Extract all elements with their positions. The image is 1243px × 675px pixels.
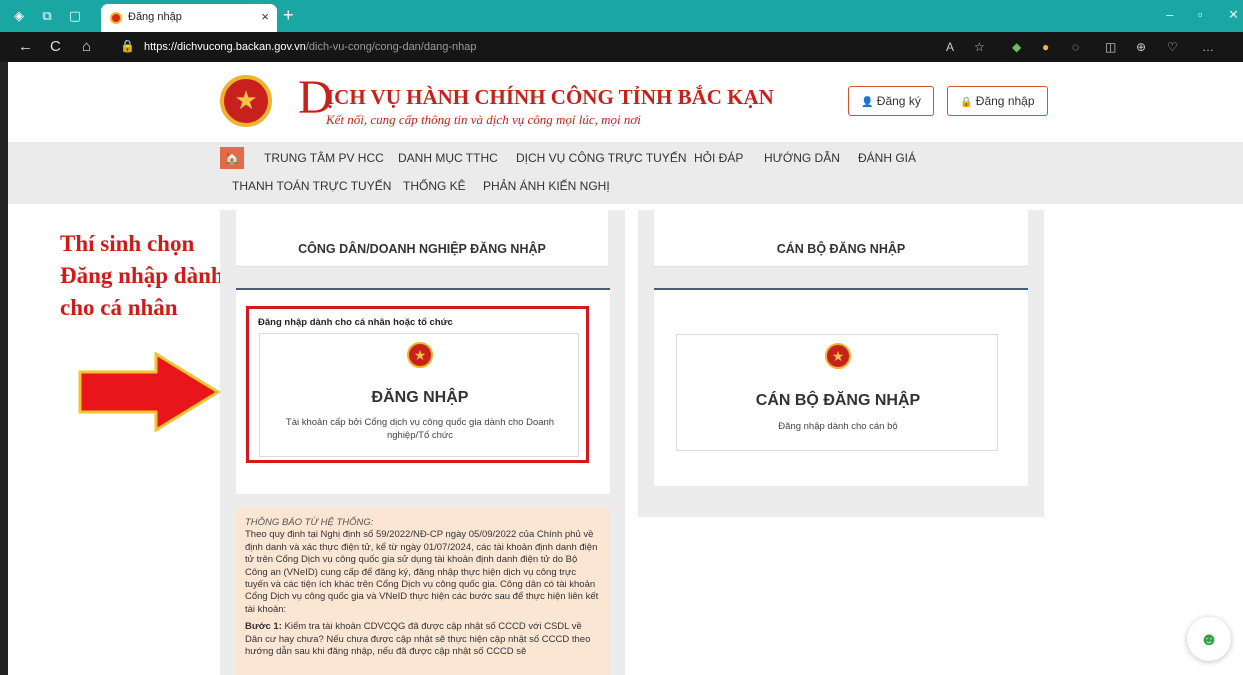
annotation-text: Thí sinh chọn Đăng nhập dành cho cá nhân xyxy=(60,231,224,320)
brand-title: ỊCH VỤ HÀNH CHÍNH CÔNG TỈNH BẮC KẠN xyxy=(326,85,774,109)
officer-login-description: Đăng nhập dành cho cán bộ xyxy=(778,421,898,432)
officer-login-card: ★ CÁN BỘ ĐĂNG NHẬP Đăng nhập dành cho cá… xyxy=(654,288,1028,486)
back-icon[interactable]: ← xyxy=(18,38,33,55)
extension-2-icon[interactable]: ● xyxy=(1042,40,1049,54)
register-button[interactable]: 👤 Đăng ký xyxy=(848,86,934,116)
brand-tagline: Kết nối, cung cấp thông tin và dịch vụ c… xyxy=(326,112,641,127)
browser-tab-bar: ◈ ⧉ ▢ Đăng nhập × + – ▫ ✕ xyxy=(0,0,1243,32)
menu-item-danh-gia[interactable]: ĐÁNH GIÁ xyxy=(858,151,916,165)
citizen-login-description: Tài khoản cấp bởi Cổng dịch vụ công quốc… xyxy=(285,417,555,441)
menu-item-thong-ke[interactable]: THỐNG KÊ xyxy=(403,179,466,193)
browser-tab-active[interactable]: Đăng nhập × xyxy=(101,4,277,32)
read-aloud-icon[interactable]: A xyxy=(946,40,954,54)
officer-login-heading: CÁN BỘ ĐĂNG NHẬP xyxy=(654,210,1028,267)
profile-icon[interactable]: ◈ xyxy=(12,9,26,23)
notice-body: Theo quy định tại Nghị định số 59/2022/N… xyxy=(245,529,599,615)
citizen-login-heading: CÔNG DÂN/DOANH NGHIỆP ĐĂNG NHẬP xyxy=(236,210,608,267)
citizen-login-card: Đăng nhập dành cho cá nhân hoặc tổ chức … xyxy=(236,288,610,494)
annotation-arrow-icon xyxy=(78,352,221,432)
url-text: https://dichvucong.backan.gov.vn/dich-vu… xyxy=(144,41,476,53)
home-menu-icon[interactable]: 🏠 xyxy=(220,147,244,169)
url-path: /dich-vu-cong/cong-dan/dang-nhap xyxy=(305,41,477,53)
notice-step: Bước 1: Kiểm tra tài khoản CDVCQG đã đượ… xyxy=(245,621,601,658)
url-domain: https://dichvucong.backan.gov.vn xyxy=(144,41,306,53)
notice-title: THÔNG BÁO TỪ HỆ THỐNG: xyxy=(245,517,374,528)
system-notice: THÔNG BÁO TỪ HỆ THỐNG: Theo quy định tại… xyxy=(236,507,610,675)
user-icon: 👤 xyxy=(861,97,874,108)
national-emblem-icon: ★ xyxy=(407,342,433,368)
menu-item-hoi-dap[interactable]: HỎI ĐÁP xyxy=(694,151,743,165)
new-tab-button[interactable]: + xyxy=(283,5,294,26)
citizen-login-title: ĐĂNG NHẬP xyxy=(371,389,469,406)
login-button[interactable]: 🔒 Đăng nhập xyxy=(947,86,1048,116)
notice-step-text: Kiểm tra tài khoản CDVCQG đã được cập nh… xyxy=(245,621,591,658)
lock-icon: 🔒 xyxy=(960,97,973,108)
web-page: ★ D ỊCH VỤ HÀNH CHÍNH CÔNG TỈNH BẮC KẠN … xyxy=(0,62,1243,675)
minimize-icon[interactable]: – xyxy=(1166,7,1173,22)
citizen-login-panel: CÔNG DÂN/DOANH NGHIỆP ĐĂNG NHẬP Đăng nhậ… xyxy=(220,210,625,675)
national-emblem-icon: ★ xyxy=(825,343,851,369)
notice-step-label: Bước 1: xyxy=(245,621,282,633)
chat-assistant-icon[interactable]: ☻ xyxy=(1187,617,1231,661)
site-header: ★ D ỊCH VỤ HÀNH CHÍNH CÔNG TỈNH BẮC KẠN … xyxy=(8,62,1243,142)
lock-icon[interactable]: 🔒 xyxy=(120,39,135,53)
citizen-login-button[interactable]: ★ ĐĂNG NHẬP Tài khoản cấp bởi Cổng dịch … xyxy=(259,333,579,457)
officer-login-button[interactable]: ★ CÁN BỘ ĐĂNG NHẬP Đăng nhập dành cho cá… xyxy=(676,334,998,451)
more-menu-icon[interactable]: … xyxy=(1202,40,1214,54)
site-logo-emblem-icon[interactable]: ★ xyxy=(220,75,272,127)
tab-title: Đăng nhập xyxy=(128,11,182,23)
copilot-icon[interactable]: ◌ xyxy=(1072,40,1079,54)
refresh-icon[interactable]: C xyxy=(50,38,61,55)
collections-icon[interactable]: ⊕ xyxy=(1136,40,1146,54)
restore-icon[interactable]: ▫ xyxy=(1198,7,1203,22)
split-screen-icon[interactable]: ◫ xyxy=(1105,40,1116,54)
site-favicon-icon xyxy=(110,12,122,24)
browser-address-bar: ← C ⌂ 🔒 https://dichvucong.backan.gov.vn… xyxy=(0,32,1243,62)
home-icon[interactable]: ⌂ xyxy=(82,38,91,55)
citizen-login-caption: Đăng nhập dành cho cá nhân hoặc tổ chức xyxy=(258,317,453,328)
officer-login-panel: CÁN BỘ ĐĂNG NHẬP ★ CÁN BỘ ĐĂNG NHẬP Đăng… xyxy=(638,210,1044,517)
register-label: Đăng ký xyxy=(876,94,921,108)
browser-essentials-icon[interactable]: ♡ xyxy=(1167,40,1178,54)
main-menu: 🏠 TRUNG TÂM PV HCC DANH MỤC TTHC DỊCH VỤ… xyxy=(8,142,1243,204)
workspaces-icon[interactable]: ⧉ xyxy=(40,9,54,23)
menu-item-thanh-toan[interactable]: THANH TOÁN TRỰC TUYẾN xyxy=(232,179,391,193)
close-window-icon[interactable]: ✕ xyxy=(1228,7,1239,23)
extension-icon[interactable]: ◆ xyxy=(1012,40,1021,54)
officer-login-title: CÁN BỘ ĐĂNG NHẬP xyxy=(755,392,921,409)
tab-close-icon[interactable]: × xyxy=(261,9,269,24)
favorite-star-icon[interactable]: ☆ xyxy=(974,40,985,54)
url-input[interactable]: 🔒 https://dichvucong.backan.gov.vn/dich-… xyxy=(110,36,1006,58)
menu-item-huong-dan[interactable]: HƯỚNG DẪN xyxy=(764,151,840,165)
menu-item-dich-vu-cong[interactable]: DỊCH VỤ CÔNG TRỰC TUYẾN xyxy=(516,151,686,165)
tab-actions-icon[interactable]: ▢ xyxy=(68,9,82,23)
login-label: Đăng nhập xyxy=(975,94,1035,108)
menu-item-phan-anh[interactable]: PHẢN ÁNH KIẾN NGHỊ xyxy=(483,179,610,193)
menu-item-trung-tam[interactable]: TRUNG TÂM PV HCC xyxy=(264,151,384,165)
highlight-box: Đăng nhập dành cho cá nhân hoặc tổ chức … xyxy=(246,306,589,463)
menu-item-danh-muc-tthc[interactable]: DANH MỤC TTHC xyxy=(398,151,498,165)
